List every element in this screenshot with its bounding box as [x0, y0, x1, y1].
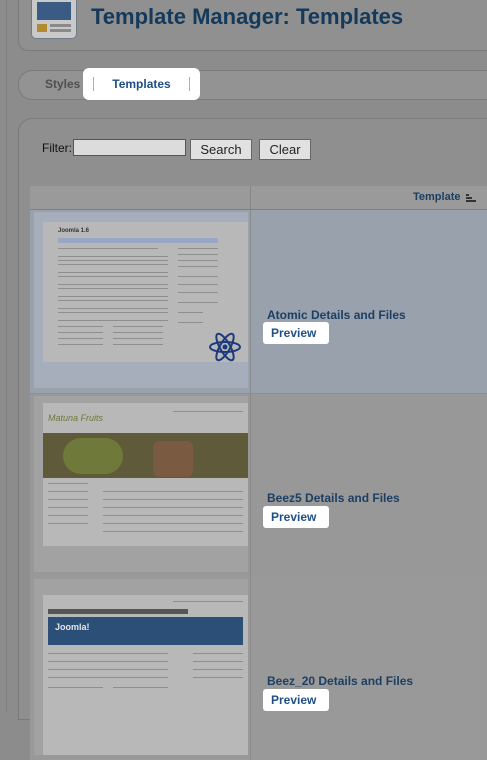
- tab-styles[interactable]: Styles: [45, 77, 80, 91]
- template-column-header[interactable]: Template: [413, 191, 460, 203]
- tab-templates[interactable]: Templates: [93, 77, 190, 91]
- template-thumbnail-beez5[interactable]: Matuna Fruits: [43, 403, 248, 546]
- thumb-title: Joomla 1.6: [58, 228, 90, 234]
- table-row: Joomla! Beez_20 Details and Files Previe…: [30, 577, 487, 760]
- thumb-title: Matuna Fruits: [48, 413, 104, 423]
- tab-templates-active[interactable]: Templates: [83, 68, 200, 100]
- search-button[interactable]: Search: [190, 139, 252, 160]
- beez20-details-link[interactable]: Beez_20 Details and Files: [267, 674, 413, 688]
- left-divider: [6, 0, 7, 712]
- clear-button[interactable]: Clear: [259, 139, 311, 160]
- atomic-preview-button[interactable]: Preview: [263, 322, 329, 344]
- template-manager-icon: [31, 0, 77, 39]
- beez5-details-link[interactable]: Beez5 Details and Files: [267, 491, 400, 505]
- template-thumbnail-atomic[interactable]: Joomla 1.6: [43, 222, 248, 362]
- table-header: Template: [30, 186, 487, 210]
- sort-icon[interactable]: [466, 193, 478, 203]
- template-thumbnail-beez20[interactable]: Joomla!: [43, 595, 248, 755]
- preview-label: Preview: [271, 510, 317, 524]
- beez5-preview-button[interactable]: Preview: [263, 506, 329, 528]
- page-header: Template Manager: Templates: [18, 0, 487, 51]
- page-title: Template Manager: Templates: [91, 4, 404, 29]
- atom-logo-icon: [209, 332, 241, 362]
- atomic-details-link[interactable]: Atomic Details and Files: [267, 308, 406, 322]
- main-panel: Filter: Search Clear Template Joomla 1.6: [18, 118, 487, 760]
- thumb-title: Joomla!: [55, 622, 90, 632]
- preview-label: Preview: [271, 326, 317, 340]
- preview-label: Preview: [271, 693, 317, 707]
- table-row: Joomla 1.6 Atomic Details and Files Prev…: [30, 210, 487, 393]
- filter-input[interactable]: [73, 139, 186, 156]
- beez20-preview-button[interactable]: Preview: [263, 689, 329, 711]
- filter-label: Filter:: [42, 141, 72, 155]
- table-row: Matuna Fruits Beez5 Details and Files Pr…: [30, 394, 487, 577]
